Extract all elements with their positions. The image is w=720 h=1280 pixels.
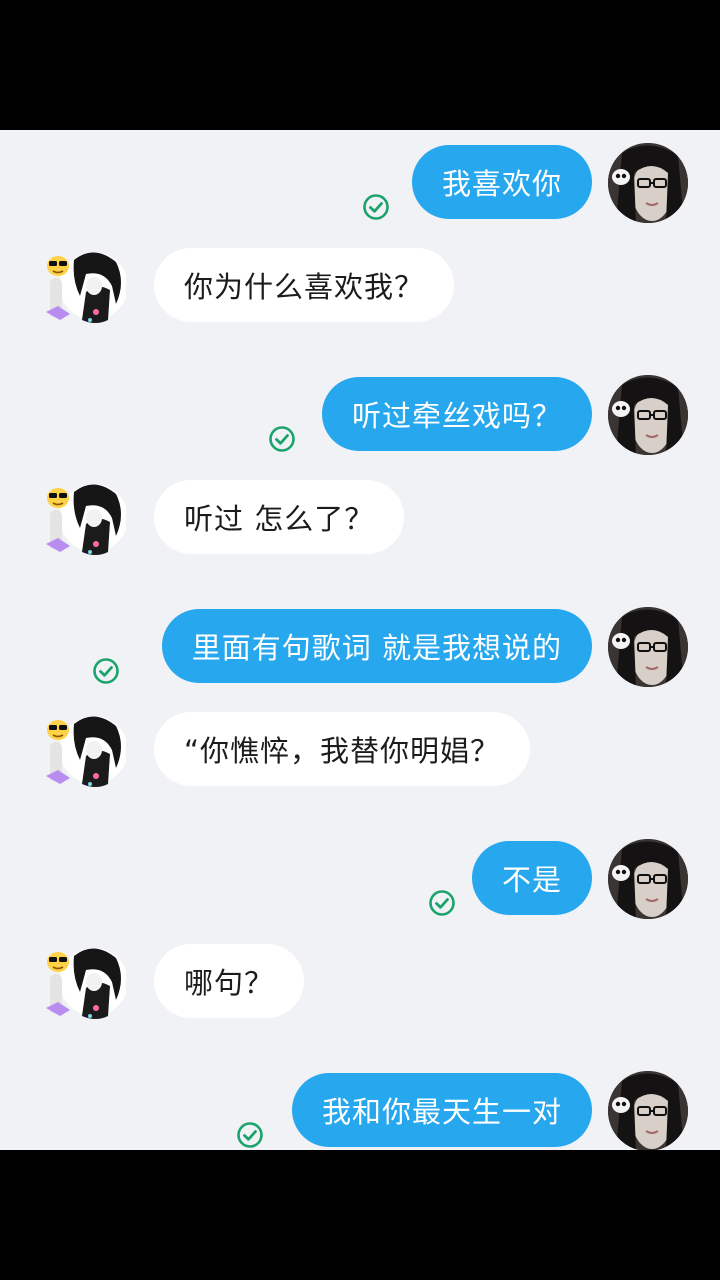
message-bubble-received[interactable]: 听过 怎么了？ bbox=[154, 480, 405, 554]
user-avatar[interactable] bbox=[608, 375, 688, 455]
contact-avatar[interactable] bbox=[46, 478, 126, 558]
message-bubble-received[interactable]: 你为什么喜欢我？ bbox=[154, 248, 455, 322]
message-row-received: “你憔悴，我替你明娼？ bbox=[0, 712, 720, 792]
message-row-received: 听过 怎么了？ bbox=[0, 480, 720, 560]
user-avatar[interactable] bbox=[608, 143, 688, 223]
check-circle-icon bbox=[236, 1121, 264, 1149]
message-bubble-sent[interactable]: 里面有句歌词 就是我想说的 bbox=[161, 609, 592, 683]
message-bubble-sent[interactable]: 听过牵丝戏吗？ bbox=[321, 377, 592, 451]
message-bubble-received[interactable]: 哪句？ bbox=[154, 944, 305, 1018]
message-row-sent: 我喜欢你 bbox=[0, 145, 720, 225]
contact-avatar[interactable] bbox=[46, 246, 126, 326]
message-row-sent: 里面有句歌词 就是我想说的 bbox=[0, 609, 720, 689]
message-bubble-received[interactable]: “你憔悴，我替你明娼？ bbox=[154, 712, 531, 786]
check-circle-icon bbox=[428, 889, 456, 917]
message-row-received: 哪句？ bbox=[0, 944, 720, 1024]
message-row-sent: 不是 bbox=[0, 841, 720, 921]
message-row-received: 你为什么喜欢我？ bbox=[0, 248, 720, 328]
user-avatar[interactable] bbox=[608, 1071, 688, 1150]
user-avatar[interactable] bbox=[608, 607, 688, 687]
message-bubble-sent[interactable]: 我和你最天生一对 bbox=[291, 1073, 592, 1147]
contact-avatar[interactable] bbox=[46, 942, 126, 1022]
check-circle-icon bbox=[362, 193, 390, 221]
message-bubble-sent[interactable]: 不是 bbox=[471, 841, 592, 915]
user-avatar[interactable] bbox=[608, 839, 688, 919]
message-row-sent: 听过牵丝戏吗？ bbox=[0, 377, 720, 457]
message-bubble-sent[interactable]: 我喜欢你 bbox=[411, 145, 592, 219]
chat-area[interactable]: 我喜欢你 你为什么喜欢我？ 听过牵丝戏吗？ 听过 怎么了？ 里面有句歌词 就是我… bbox=[0, 130, 720, 1150]
check-circle-icon bbox=[92, 657, 120, 685]
check-circle-icon bbox=[268, 425, 296, 453]
message-row-sent: 我和你最天生一对 bbox=[0, 1073, 720, 1150]
contact-avatar[interactable] bbox=[46, 710, 126, 790]
